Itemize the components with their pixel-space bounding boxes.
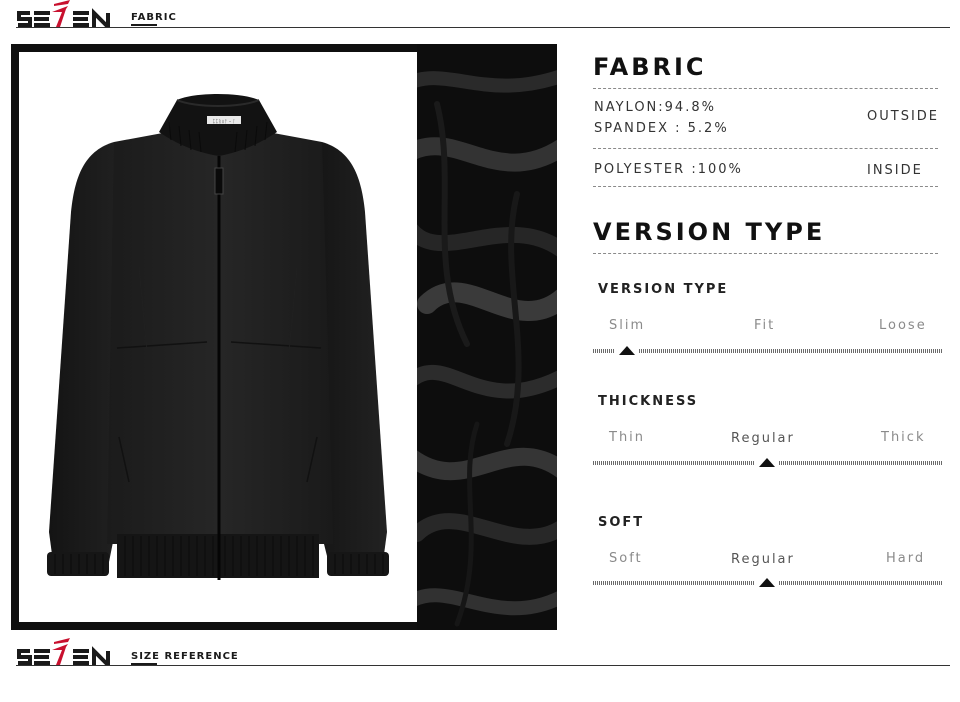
scale-title-soft: SOFT bbox=[598, 515, 645, 530]
divider bbox=[593, 186, 938, 187]
fabric-inside-composition: POLYESTER :100% bbox=[594, 162, 743, 177]
product-photo-block: ᛈᛈᚱᛟᚨ - ᛚ bbox=[11, 44, 557, 630]
bottom-header-bar: SIZE REFERENCE bbox=[0, 638, 960, 668]
fabric-texture-closeup bbox=[417, 44, 557, 630]
brand-logo bbox=[17, 638, 110, 666]
scale-marker bbox=[759, 578, 775, 587]
scale-option-regular: Regular bbox=[731, 552, 795, 567]
scale-track bbox=[593, 349, 943, 353]
header-rule bbox=[16, 27, 950, 28]
top-header-bar: FABRIC bbox=[0, 0, 960, 30]
scale-option-thin: Thin bbox=[609, 430, 646, 445]
jacket-photo: ᛈᛈᚱᛟᚨ - ᛚ bbox=[19, 52, 417, 622]
header-rule bbox=[16, 665, 950, 666]
divider bbox=[593, 148, 938, 149]
scale-marker bbox=[619, 346, 635, 355]
divider bbox=[593, 253, 938, 254]
brand-logo bbox=[17, 0, 110, 28]
fabric-outside-composition-1: NAYLON:94.8% bbox=[594, 100, 716, 115]
fabric-outside-composition-2: SPANDEX : 5.2% bbox=[594, 121, 729, 136]
scale-option-regular: Regular bbox=[731, 431, 795, 446]
header-tag-fabric: FABRIC bbox=[131, 12, 177, 23]
scale-option-hard: Hard bbox=[886, 551, 926, 566]
scale-option-slim: Slim bbox=[609, 318, 646, 333]
scale-title-version-type: VERSION TYPE bbox=[598, 282, 729, 297]
scale-option-fit: Fit bbox=[754, 318, 776, 333]
header-tag-size-reference: SIZE REFERENCE bbox=[131, 651, 239, 662]
fabric-inside-label: INSIDE bbox=[867, 163, 923, 178]
scale-option-loose: Loose bbox=[879, 318, 927, 333]
fabric-section-title: FABRIC bbox=[593, 53, 707, 81]
scale-title-thickness: THICKNESS bbox=[598, 394, 699, 409]
jacket-illustration: ᛈᛈᚱᛟᚨ - ᛚ bbox=[47, 94, 389, 580]
scale-marker bbox=[759, 458, 775, 467]
divider bbox=[593, 88, 938, 89]
tag-underline bbox=[131, 24, 157, 26]
scale-option-thick: Thick bbox=[881, 430, 926, 445]
scale-option-soft: Soft bbox=[609, 551, 643, 566]
jacket-inner-tag: ᛈᛈᚱᛟᚨ - ᛚ bbox=[213, 119, 236, 125]
version-section-title: VERSION TYPE bbox=[593, 218, 826, 246]
fabric-outside-label: OUTSIDE bbox=[867, 109, 939, 124]
